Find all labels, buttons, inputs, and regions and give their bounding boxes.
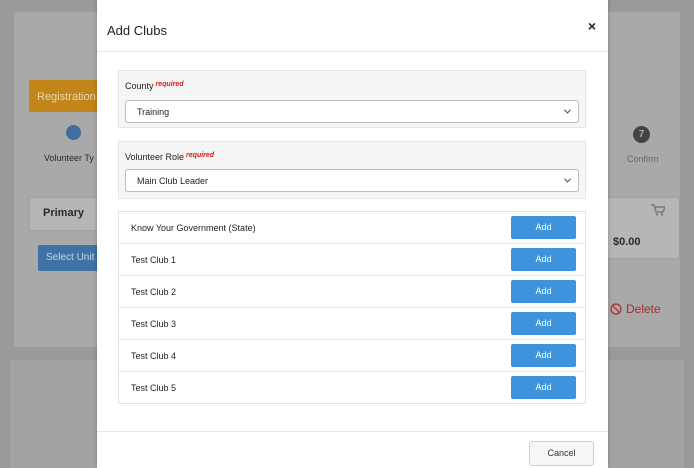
volunteer-role-select[interactable]: Main Club Leader — [125, 169, 579, 192]
primary-label: Primary — [43, 207, 84, 219]
add-club-button[interactable]: Add — [511, 248, 576, 271]
volunteer-role-field-group: Volunteer Role required Main Club Leader — [118, 141, 586, 199]
step-1-label: Volunteer Ty — [44, 153, 94, 163]
add-club-button[interactable]: Add — [511, 376, 576, 399]
modal-header: Add Clubs × — [97, 0, 608, 52]
club-name: Test Club 3 — [131, 319, 177, 329]
registration-tab: Registration — [29, 80, 107, 112]
step-7-indicator: 7 — [633, 126, 650, 143]
amount-total: $0.00 — [613, 236, 641, 248]
club-name: Know Your Government (State) — [131, 223, 256, 233]
county-select-value: Training — [137, 107, 170, 117]
background-table-right — [598, 197, 680, 259]
list-item: Test Club 5 Add — [119, 372, 585, 404]
list-item: Test Club 4 Add — [119, 340, 585, 372]
close-icon[interactable]: × — [585, 19, 599, 33]
delete-label: Delete — [626, 302, 661, 316]
club-name: Test Club 4 — [131, 351, 177, 361]
step-1-indicator — [66, 125, 81, 140]
list-item: Test Club 2 Add — [119, 276, 585, 308]
chevron-down-icon — [564, 178, 571, 183]
county-field-group: County required Training — [118, 70, 586, 128]
list-item: Test Club 3 Add — [119, 308, 585, 340]
add-club-button[interactable]: Add — [511, 312, 576, 335]
required-indicator: required — [186, 152, 215, 159]
list-item: Test Club 1 Add — [119, 244, 585, 276]
cancel-button[interactable]: Cancel — [529, 441, 594, 466]
add-clubs-modal: Add Clubs × County required Training Volu… — [97, 0, 608, 468]
volunteer-role-label: Volunteer Role required — [125, 152, 214, 162]
chevron-down-icon — [564, 109, 571, 114]
confirm-step-label: Confirm — [627, 154, 659, 164]
volunteer-role-label-text: Volunteer Role — [125, 152, 185, 162]
county-select[interactable]: Training — [125, 100, 579, 123]
county-label: County required — [125, 81, 184, 91]
modal-title: Add Clubs — [107, 23, 167, 38]
club-name: Test Club 1 — [131, 255, 177, 265]
club-name: Test Club 5 — [131, 383, 177, 393]
add-club-button[interactable]: Add — [511, 280, 576, 303]
modal-footer: Cancel — [97, 431, 608, 468]
ban-icon — [610, 303, 622, 315]
club-list: Know Your Government (State) Add Test Cl… — [118, 211, 586, 404]
club-name: Test Club 2 — [131, 287, 177, 297]
add-club-button[interactable]: Add — [511, 344, 576, 367]
list-item: Know Your Government (State) Add — [119, 212, 585, 244]
cart-icon — [651, 204, 665, 216]
volunteer-role-select-value: Main Club Leader — [137, 176, 209, 186]
county-label-text: County — [125, 81, 154, 91]
delete-button: Delete — [610, 302, 661, 316]
required-indicator: required — [155, 81, 184, 88]
add-club-button[interactable]: Add — [511, 216, 576, 239]
